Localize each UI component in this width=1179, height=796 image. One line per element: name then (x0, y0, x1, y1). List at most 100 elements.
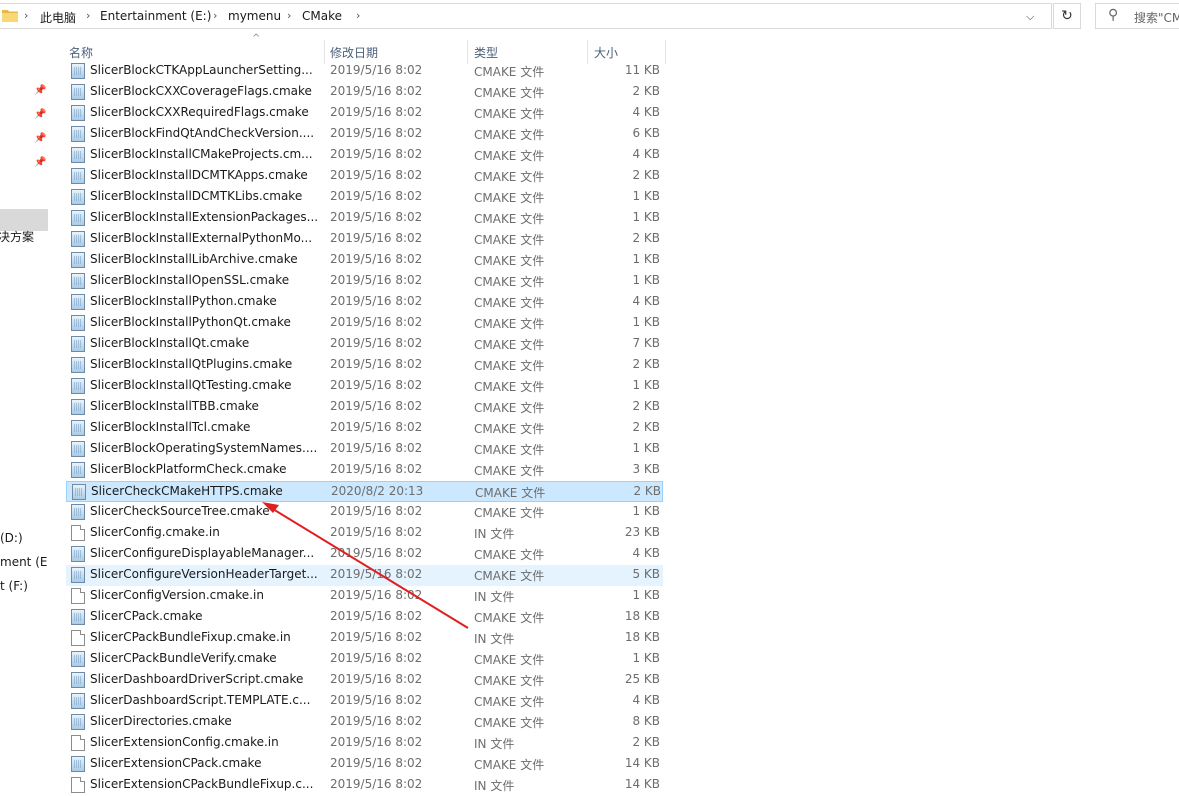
chevron-right-icon[interactable]: › (287, 9, 291, 22)
column-header-size[interactable]: 大小 (594, 44, 618, 61)
pin-icon[interactable]: 📌 (34, 85, 46, 96)
table-row[interactable]: SlicerBlockInstallExternalPythonMo... 201… (66, 229, 663, 250)
table-row[interactable]: SlicerConfigureVersionHeaderTarget... 201… (66, 565, 663, 586)
file-size: 1 KB (632, 210, 660, 224)
table-row[interactable]: SlicerExtensionCPack.cmake 2019/5/16 8:02… (66, 754, 663, 775)
nav-item-drive-d[interactable]: (D:) (0, 531, 23, 545)
table-row[interactable]: SlicerBlockCXXCoverageFlags.cmake 2019/5/… (66, 82, 663, 103)
table-row[interactable]: SlicerCheckSourceTree.cmake 2019/5/16 8:0… (66, 502, 663, 523)
file-type: IN 文件 (474, 632, 515, 646)
file-name: SlicerConfigureVersionHeaderTarget... (90, 567, 318, 581)
table-row[interactable]: SlicerConfig.cmake.in 2019/5/16 8:02 IN 文件… (66, 523, 663, 544)
pin-icon[interactable]: 📌 (34, 157, 46, 168)
table-row[interactable]: SlicerExtensionConfig.cmake.in 2019/5/16 … (66, 733, 663, 754)
table-row[interactable]: SlicerConfigureDisplayableManager... 2019… (66, 544, 663, 565)
file-name: SlicerCPackBundleFixup.cmake.in (90, 630, 291, 644)
chevron-right-icon[interactable]: › (356, 9, 360, 22)
table-row[interactable]: SlicerCPack.cmake 2019/5/16 8:02 CMAKE 文件 1… (66, 607, 663, 628)
cmake-file-icon (71, 84, 85, 100)
file-name: SlicerBlockInstallCMakeProjects.cm... (90, 147, 313, 161)
folder-icon (2, 10, 18, 22)
column-header-type[interactable]: 类型 (474, 44, 498, 61)
table-row[interactable]: SlicerBlockCXXRequiredFlags.cmake 2019/5/… (66, 103, 663, 124)
column-header-name[interactable]: 名称 (69, 44, 93, 61)
table-row[interactable]: SlicerDashboardScript.TEMPLATE.c... 2019/… (66, 691, 663, 712)
chevron-right-icon[interactable]: › (86, 9, 90, 22)
file-size: 2 KB (632, 168, 660, 182)
cmake-file-icon (71, 420, 85, 436)
search-box[interactable]: ⚲ 搜索"CMake" (1095, 3, 1179, 29)
file-type: CMAKE 文件 (474, 569, 545, 583)
breadcrumb-drive-e[interactable]: Entertainment (E:) (100, 9, 211, 23)
file-name: SlicerBlockInstallLibArchive.cmake (90, 252, 298, 266)
table-row[interactable]: SlicerBlockInstallTBB.cmake 2019/5/16 8:0… (66, 397, 663, 418)
nav-item-drive-f[interactable]: t (F:) (0, 579, 28, 593)
file-date: 2019/5/16 8:02 (330, 651, 423, 665)
table-row[interactable]: SlicerBlockInstallOpenSSL.cmake 2019/5/16… (66, 271, 663, 292)
table-row[interactable]: SlicerCPackBundleFixup.cmake.in 2019/5/16… (66, 628, 663, 649)
cmake-file-icon (71, 315, 85, 331)
table-row[interactable]: SlicerBlockOperatingSystemNames.... 2019/… (66, 439, 663, 460)
file-date: 2019/5/16 8:02 (330, 630, 423, 644)
refresh-button[interactable]: ↻ (1053, 3, 1081, 29)
search-input[interactable]: 搜索"CMake" (1134, 9, 1179, 26)
chevron-right-icon[interactable]: › (24, 9, 28, 22)
document-icon (71, 777, 85, 793)
table-row[interactable]: SlicerBlockFindQtAndCheckVersion.... 2019… (66, 124, 663, 145)
file-type: IN 文件 (474, 779, 515, 793)
file-name: SlicerDirectories.cmake (90, 714, 232, 728)
pin-icon[interactable]: 📌 (34, 109, 46, 120)
table-row[interactable]: SlicerBlockInstallPython.cmake 2019/5/16 … (66, 292, 663, 313)
file-date: 2020/8/2 20:13 (331, 484, 424, 498)
nav-item-solution[interactable]: 决方案 (0, 228, 34, 245)
table-row[interactable]: SlicerBlockInstallQtTesting.cmake 2019/5/… (66, 376, 663, 397)
table-row[interactable]: SlicerConfigVersion.cmake.in 2019/5/16 8:… (66, 586, 663, 607)
file-type: CMAKE 文件 (474, 254, 545, 268)
breadcrumb-cmake[interactable]: CMake (302, 9, 342, 23)
chevron-down-icon[interactable]: ⌵ (1026, 10, 1034, 24)
table-row[interactable]: SlicerCheckCMakeHTTPS.cmake 2020/8/2 20:1… (66, 481, 663, 502)
pin-icon[interactable]: 📌 (34, 133, 46, 144)
table-row[interactable]: SlicerCPackBundleVerify.cmake 2019/5/16 8… (66, 649, 663, 670)
file-date: 2019/5/16 8:02 (330, 273, 423, 287)
table-row[interactable]: SlicerBlockInstallPythonQt.cmake 2019/5/1… (66, 313, 663, 334)
address-bar[interactable]: › 此电脑 › Entertainment (E:) › mymenu › CM… (0, 3, 1052, 29)
table-row[interactable]: SlicerDirectories.cmake 2019/5/16 8:02 CMA… (66, 712, 663, 733)
breadcrumb-mymenu[interactable]: mymenu (228, 9, 281, 23)
table-row[interactable]: SlicerBlockInstallCMakeProjects.cm... 201… (66, 145, 663, 166)
cmake-file-icon (71, 672, 85, 688)
file-size: 3 KB (632, 462, 660, 476)
document-icon (71, 588, 85, 604)
file-name: SlicerCPack.cmake (90, 609, 203, 623)
file-name: SlicerBlockInstallOpenSSL.cmake (90, 273, 290, 287)
file-type: CMAKE 文件 (474, 359, 545, 373)
file-type: CMAKE 文件 (474, 506, 545, 520)
file-type: CMAKE 文件 (474, 338, 545, 352)
file-list: SlicerBlockCTKAppLauncherSetting... 2019/… (66, 61, 666, 796)
file-date: 2019/5/16 8:02 (330, 693, 423, 707)
table-row[interactable]: SlicerExtensionCPackBundleFixup.c... 2019… (66, 775, 663, 796)
document-icon (71, 630, 85, 646)
nav-item-drive-e[interactable]: ment (E:) (0, 555, 48, 569)
breadcrumb-this-pc[interactable]: 此电脑 (40, 9, 76, 26)
file-type: CMAKE 文件 (474, 86, 545, 100)
file-name: SlicerBlockInstallQt.cmake (90, 336, 250, 350)
table-row[interactable]: SlicerBlockInstallQt.cmake 2019/5/16 8:02… (66, 334, 663, 355)
table-row[interactable]: SlicerBlockInstallLibArchive.cmake 2019/5… (66, 250, 663, 271)
table-row[interactable]: SlicerDashboardDriverScript.cmake 2019/5/… (66, 670, 663, 691)
table-row[interactable]: SlicerBlockCTKAppLauncherSetting... 2019/… (66, 61, 663, 82)
table-row[interactable]: SlicerBlockInstallDCMTKLibs.cmake 2019/5/… (66, 187, 663, 208)
cmake-file-icon (71, 357, 85, 373)
file-date: 2019/5/16 8:02 (330, 525, 423, 539)
table-row[interactable]: SlicerBlockInstallQtPlugins.cmake 2019/5/… (66, 355, 663, 376)
column-header-date[interactable]: 修改日期 (330, 44, 378, 61)
chevron-right-icon[interactable]: › (213, 9, 217, 22)
table-row[interactable]: SlicerBlockInstallDCMTKApps.cmake 2019/5/… (66, 166, 663, 187)
file-name: SlicerDashboardScript.TEMPLATE.c... (90, 693, 311, 707)
cmake-file-icon (71, 126, 85, 142)
file-name: SlicerConfigVersion.cmake.in (90, 588, 264, 602)
cmake-file-icon (71, 693, 85, 709)
table-row[interactable]: SlicerBlockPlatformCheck.cmake 2019/5/16 … (66, 460, 663, 481)
table-row[interactable]: SlicerBlockInstallTcl.cmake 2019/5/16 8:0… (66, 418, 663, 439)
table-row[interactable]: SlicerBlockInstallExtensionPackages... 20… (66, 208, 663, 229)
